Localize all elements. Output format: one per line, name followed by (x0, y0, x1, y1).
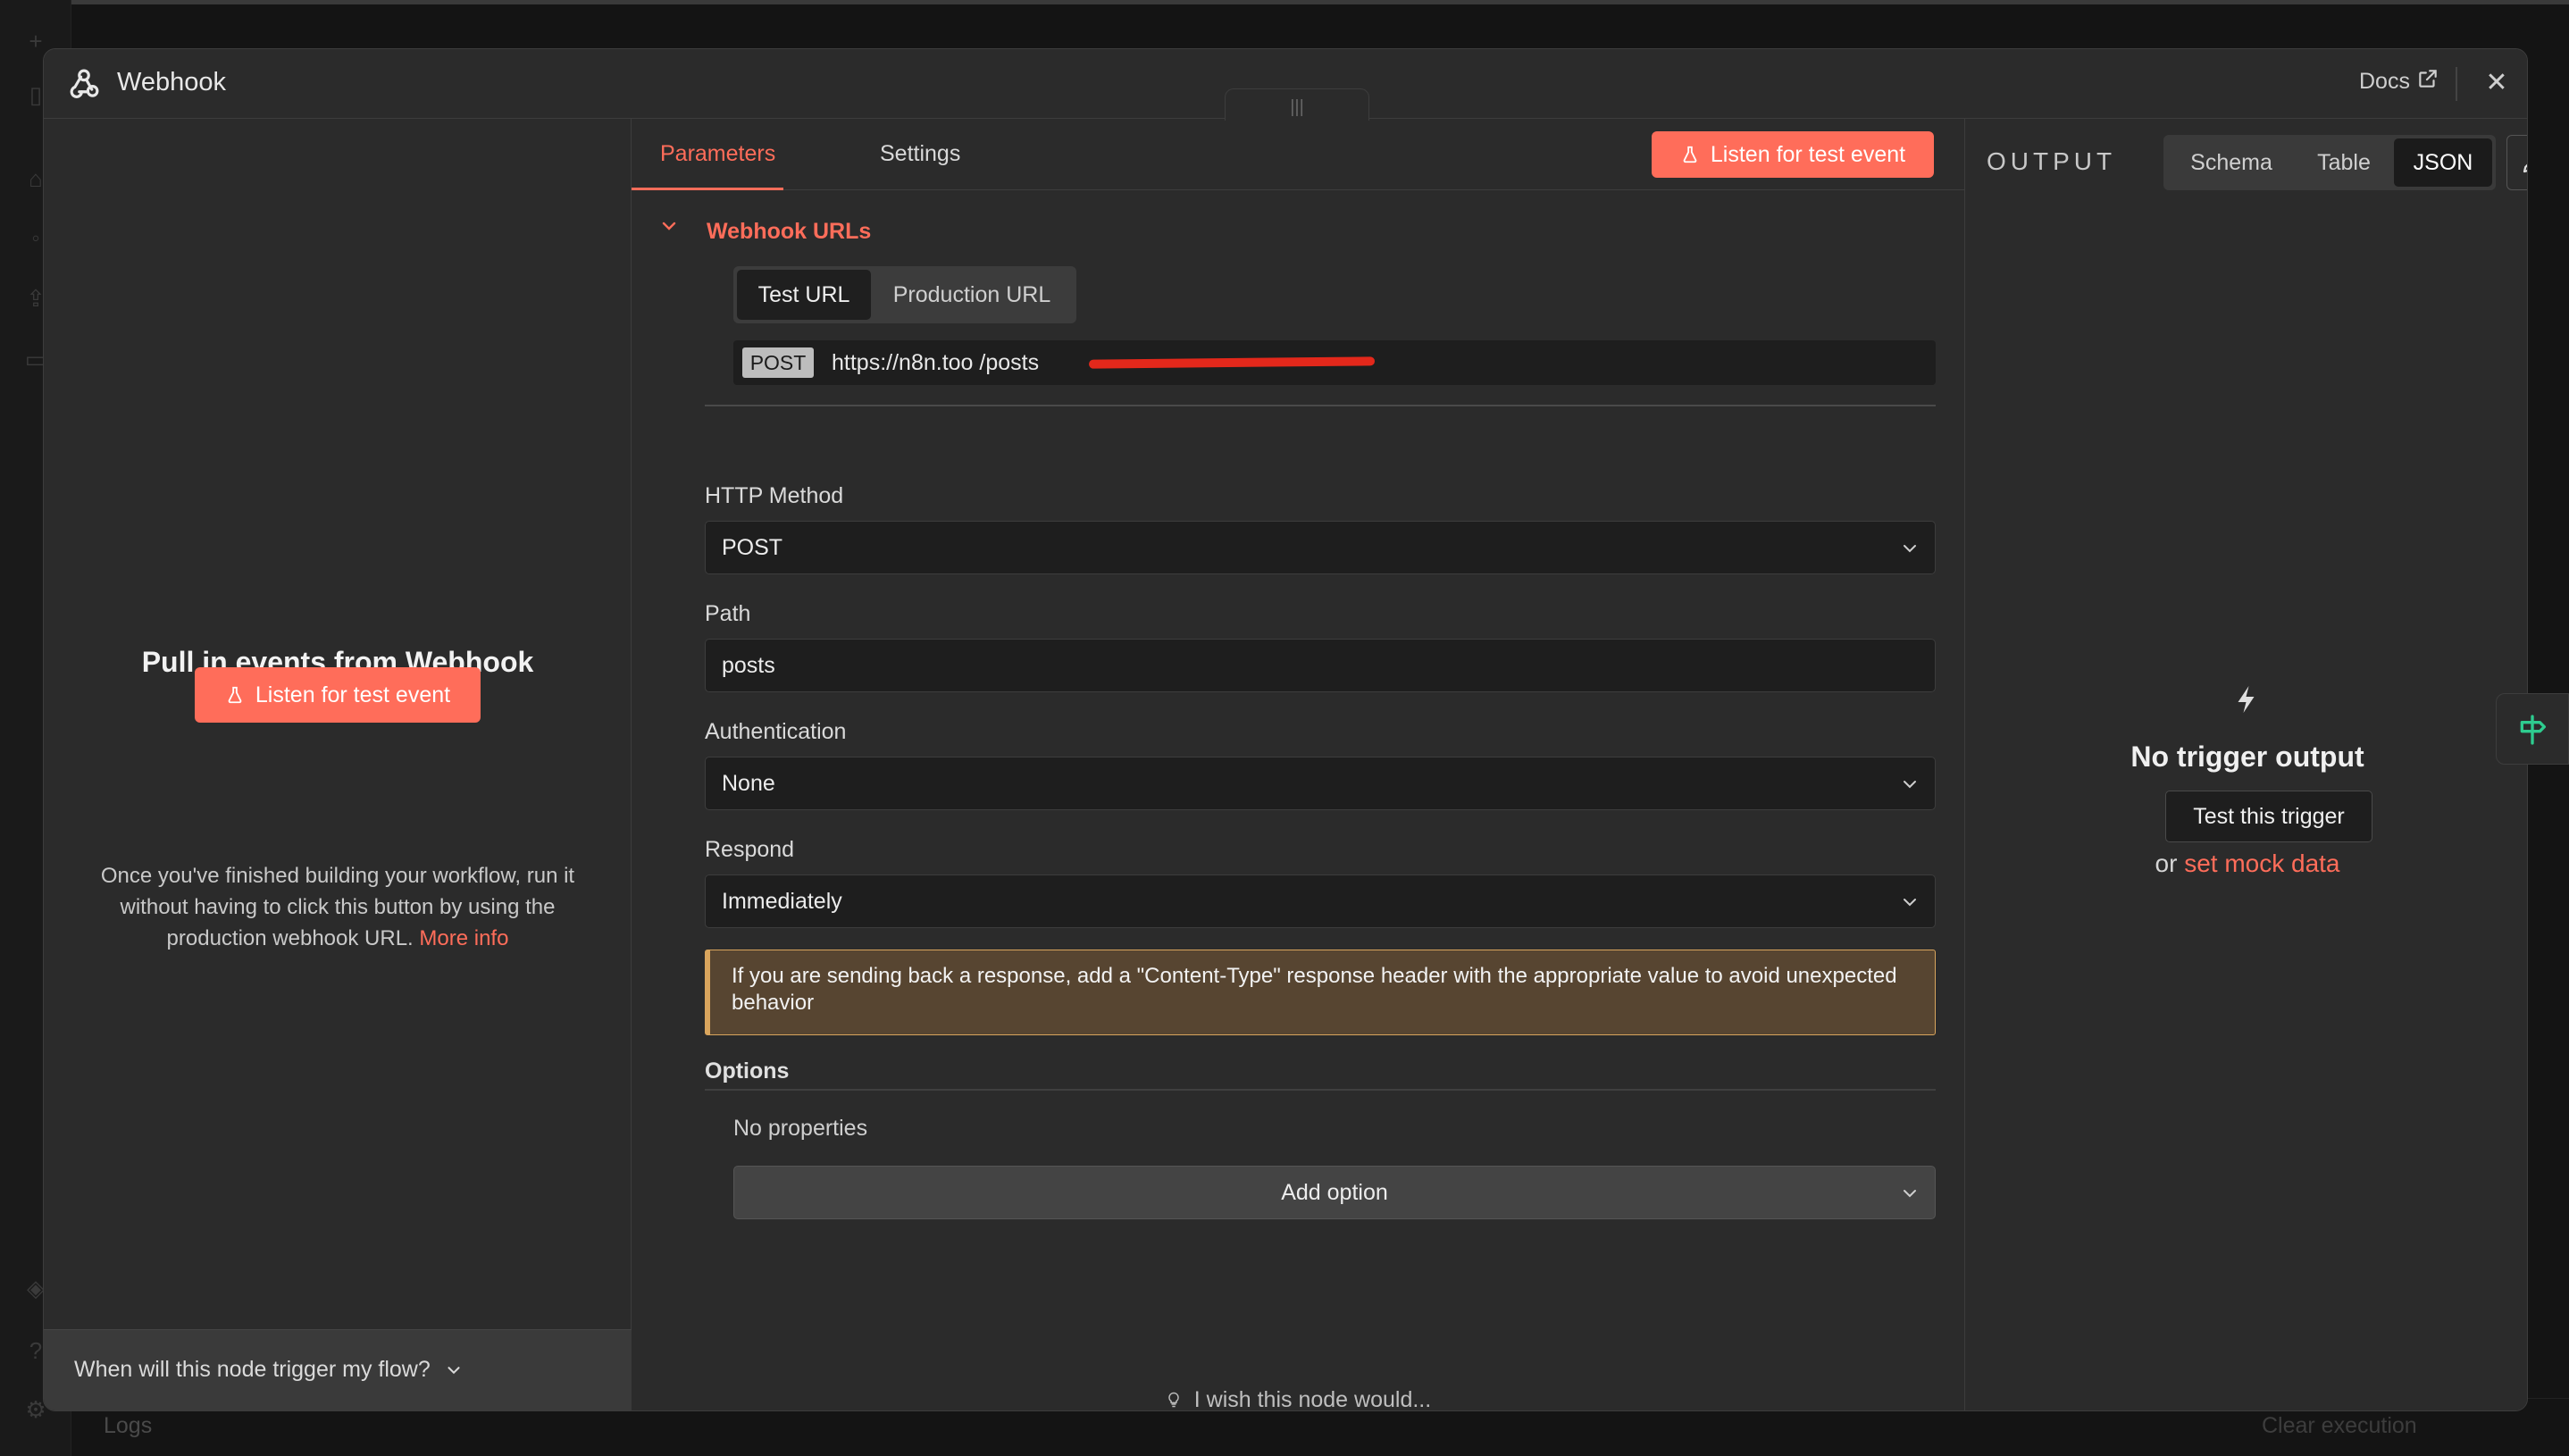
production-url-option[interactable]: Production URL (871, 270, 1073, 320)
trigger-help-question[interactable]: When will this node trigger my flow? (74, 1357, 464, 1383)
close-icon[interactable]: ✕ (2481, 67, 2513, 99)
input-pane: Pull in events from Webhook Listen for t… (44, 119, 632, 1410)
pencil-icon (2523, 163, 2527, 173)
view-table[interactable]: Table (2296, 138, 2392, 187)
http-method-select[interactable]: POST (705, 521, 1936, 574)
panel-drag-handle[interactable]: ||| (1225, 88, 1369, 121)
mock-data-line: or set mock data (1965, 849, 2527, 878)
side-panel-tab[interactable] (2496, 693, 2569, 765)
authentication-value: None (722, 771, 775, 796)
header-divider (2456, 67, 2457, 101)
http-method-label: HTTP Method (705, 483, 844, 508)
tab-settings[interactable]: Settings (880, 119, 960, 190)
more-info-link[interactable]: More info (419, 926, 508, 950)
chevron-down-icon (448, 1367, 460, 1375)
flask-icon (1683, 146, 1697, 163)
authentication-label: Authentication (705, 719, 847, 744)
lightbulb-icon (1168, 1392, 1179, 1408)
listen-button-label: Listen for test event (1710, 141, 1906, 167)
path-input[interactable]: posts (705, 639, 1936, 692)
external-link-icon[interactable] (2416, 67, 2439, 90)
parameters-pane: Parameters Settings Listen for test even… (632, 119, 1964, 1411)
listen-test-event-button-top[interactable]: Listen for test event (1652, 131, 1934, 178)
parameter-tabs: Parameters Settings Listen for test even… (632, 119, 1964, 190)
options-label: Options (705, 1059, 790, 1084)
docs-link[interactable]: Docs (2359, 69, 2410, 95)
chevron-down-icon (1904, 781, 1916, 789)
listen-button-label: Listen for test event (255, 682, 451, 707)
lightning-bolt-icon (2238, 686, 2255, 713)
or-text: or (2155, 849, 2178, 877)
view-schema[interactable]: Schema (2167, 138, 2296, 187)
trigger-help-footer[interactable]: When will this node trigger my flow? (44, 1329, 632, 1410)
feedback-text: I wish this node would... (1193, 1387, 1432, 1411)
chevron-down-icon (1904, 899, 1916, 907)
test-url-option[interactable]: Test URL (737, 270, 871, 320)
add-option-button[interactable]: Add option (733, 1166, 1936, 1219)
collapse-chevron-icon[interactable] (658, 215, 680, 237)
view-json[interactable]: JSON (2394, 138, 2492, 187)
add-option-label: Add option (1281, 1180, 1388, 1205)
section-divider (705, 405, 1936, 406)
node-details-modal: Webhook Docs ✕ Pull in events from Webho… (43, 48, 2528, 1411)
path-label: Path (705, 601, 751, 626)
options-divider (705, 1089, 1936, 1091)
output-title: OUTPUT (1987, 147, 2117, 175)
webhook-urls-toggle[interactable]: Webhook URLs (707, 219, 871, 245)
trigger-help-text: When will this node trigger my flow? (74, 1357, 431, 1382)
respond-select[interactable]: Immediately (705, 874, 1936, 928)
logs-label[interactable]: Logs (104, 1413, 152, 1439)
tab-parameters[interactable]: Parameters (632, 119, 783, 190)
set-mock-data-link[interactable]: set mock data (2184, 849, 2339, 877)
url-type-toggle: Test URL Production URL (733, 266, 1076, 323)
redaction-mark (1088, 356, 1376, 369)
bolt-container (1965, 682, 2527, 722)
content-type-notice: If you are sending back a response, add … (705, 950, 1936, 1035)
chevron-down-icon (1904, 1190, 1916, 1198)
respond-value: Immediately (722, 889, 842, 914)
node-title[interactable]: Webhook (117, 68, 226, 97)
flask-icon (228, 686, 242, 704)
no-trigger-output-title: No trigger output (2130, 741, 2364, 773)
authentication-select[interactable]: None (705, 757, 1936, 810)
path-value: posts (722, 653, 775, 678)
output-pane: OUTPUT Schema Table JSON No trigger outp… (1964, 119, 2527, 1410)
http-method-value: POST (722, 535, 783, 560)
feedback-link[interactable]: I wish this node would... (632, 1387, 1964, 1411)
listen-test-event-button[interactable]: Listen for test event (195, 667, 481, 723)
method-badge: POST (742, 347, 814, 378)
chevron-down-icon (1904, 545, 1916, 553)
signpost-icon (2520, 715, 2546, 745)
test-trigger-button[interactable]: Test this trigger (2165, 791, 2372, 842)
edit-output-button[interactable] (2506, 135, 2527, 190)
app-top-border (0, 0, 2569, 4)
clear-execution-button[interactable]: Clear execution (2262, 1413, 2417, 1439)
output-view-toggle: Schema Table JSON (2163, 135, 2496, 190)
production-description: Once you've finished building your workf… (71, 860, 605, 954)
respond-label: Respond (705, 837, 795, 862)
no-properties-text: No properties (733, 1116, 868, 1141)
webhook-url-display[interactable]: POST https://n8n.too /posts (733, 340, 1936, 385)
webhook-url-text[interactable]: https://n8n.too /posts (832, 350, 1039, 376)
webhook-icon (70, 69, 99, 98)
